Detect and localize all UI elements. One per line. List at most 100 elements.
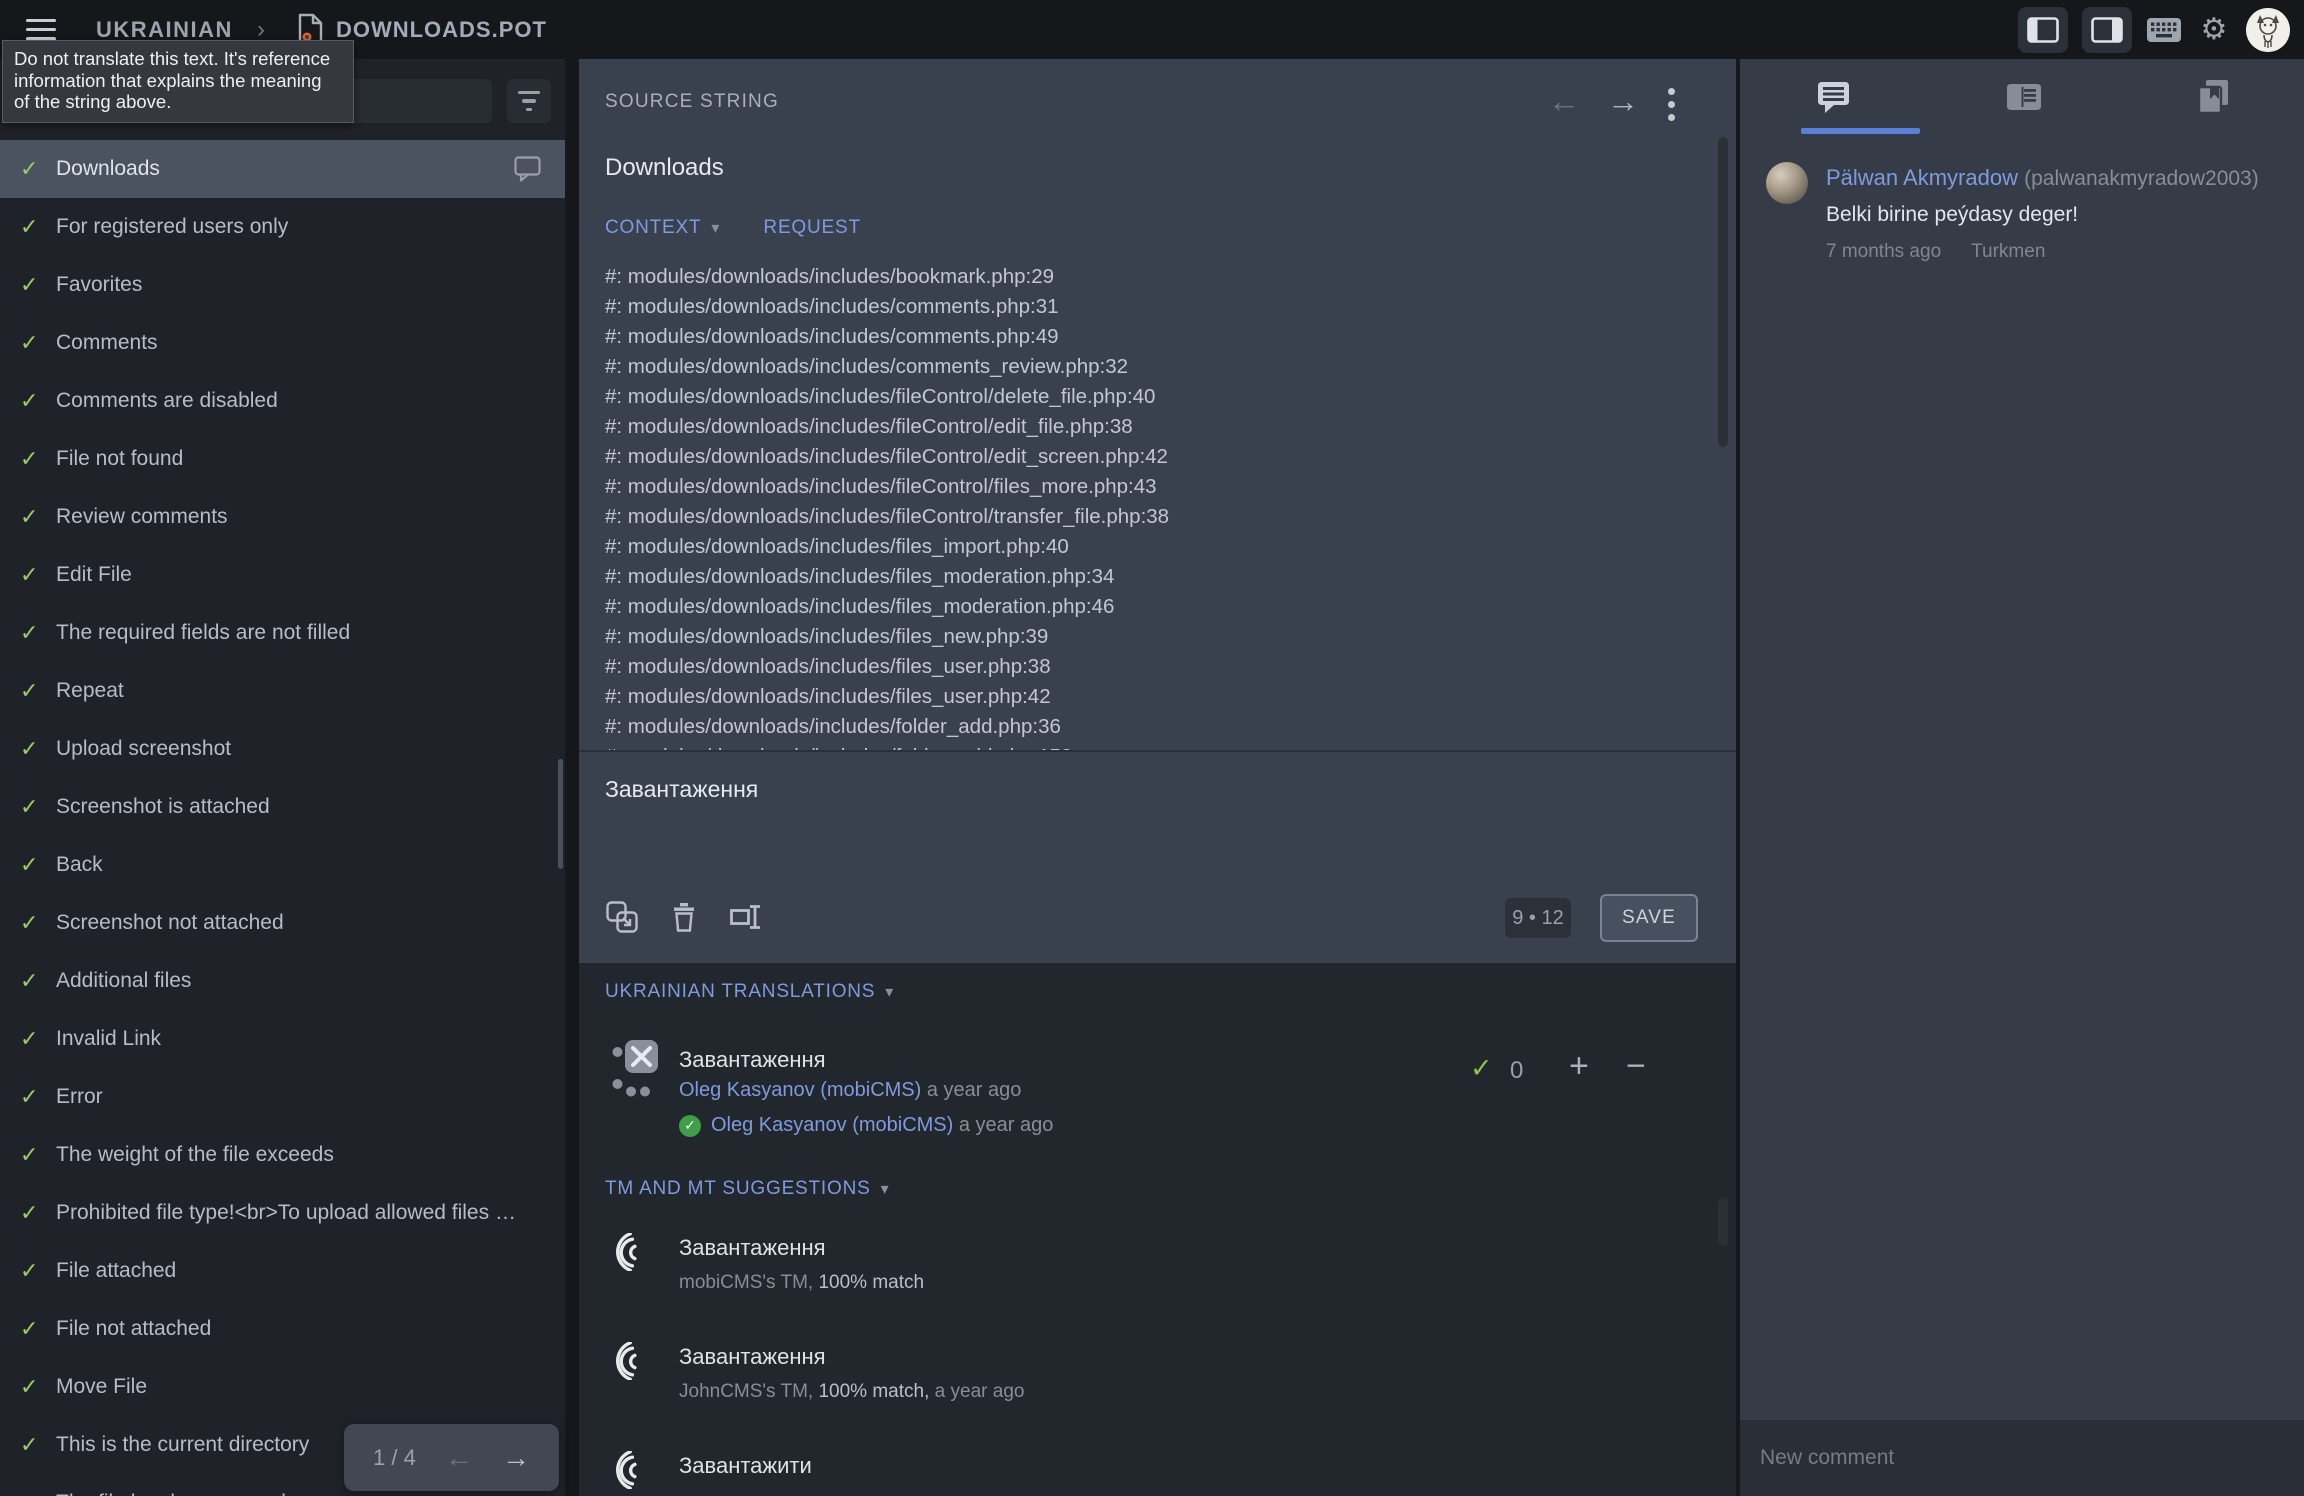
sidebar-scrollbar[interactable] [558, 759, 563, 869]
string-list-item[interactable]: ✓ Prohibited file type!<br>To upload all… [0, 1184, 565, 1242]
string-label: Screenshot is attached [56, 795, 270, 819]
top-bar-actions: ⚙ [2018, 0, 2290, 59]
hamburger-menu-icon[interactable] [26, 19, 56, 41]
translation-text[interactable]: Завантаження [679, 1047, 826, 1073]
filter-icon [518, 91, 540, 94]
string-list-item[interactable]: ✓ File attached [0, 1242, 565, 1300]
comment-author-name[interactable]: Pälwan Akmyradow [1826, 165, 2018, 190]
suggestions-dropdown-icon[interactable]: ▾ [881, 1181, 890, 1198]
context-dropdown-icon[interactable]: ▾ [711, 218, 719, 238]
string-label: Comments are disabled [56, 389, 278, 413]
translations-dropdown-icon[interactable]: ▾ [885, 984, 894, 1001]
suggestion-meta: mobiCMS's TM, 100% match [679, 1272, 924, 1294]
new-comment-placeholder: New comment [1760, 1446, 1894, 1470]
string-label: File not attached [56, 1317, 211, 1341]
suggestions-scrollbar[interactable] [1718, 1198, 1728, 1246]
upvote-button[interactable]: + [1569, 1047, 1589, 1086]
translations-header: UKRAINIAN TRANSLATIONS▾ [605, 981, 894, 1003]
next-string-button[interactable]: → [1607, 83, 1639, 120]
downvote-button[interactable]: − [1626, 1047, 1646, 1086]
string-list-item[interactable]: ✓ Edit File [0, 546, 565, 604]
string-list-item[interactable]: ✓ Upload screenshot [0, 720, 565, 778]
string-label: Invalid Link [56, 1027, 161, 1051]
context-line: #: modules/downloads/includes/files_impo… [605, 532, 1665, 562]
source-tabs: CONTEXT ▾ REQUEST [605, 217, 861, 239]
string-label: This is the current directory [56, 1433, 309, 1457]
translated-check-icon: ✓ [20, 1142, 56, 1168]
new-comment-input[interactable]: New comment [1740, 1419, 2304, 1496]
toggle-right-panel-button[interactable] [2082, 7, 2132, 53]
string-list-item[interactable]: ✓ Comments [0, 314, 565, 372]
save-button[interactable]: SAVE [1600, 894, 1698, 942]
previous-string-button[interactable]: ← [1548, 83, 1580, 120]
context-line: #: modules/downloads/includes/folder_add… [605, 742, 1665, 750]
string-list-item[interactable]: ✓ The required fields are not filled [0, 604, 565, 662]
comment-bubble-icon [514, 156, 541, 182]
string-label: Review comments [56, 505, 228, 529]
string-label: Repeat [56, 679, 124, 703]
translated-check-icon: ✓ [20, 330, 56, 356]
comment-author-row: Pälwan Akmyradow (palwanakmyradow2003) [1826, 165, 2259, 191]
next-page-button[interactable]: → [502, 1442, 530, 1474]
string-list-item[interactable]: ✓ Screenshot not attached [0, 894, 565, 952]
filter-button[interactable] [507, 79, 551, 123]
tab-context[interactable]: CONTEXT [605, 217, 701, 239]
translated-check-icon: ✓ [20, 562, 56, 588]
string-label: File not found [56, 447, 183, 471]
tab-comments[interactable] [1740, 59, 1929, 135]
context-line: #: modules/downloads/includes/fileContro… [605, 412, 1665, 442]
select-text-icon[interactable] [729, 900, 763, 934]
translated-check-icon: ✓ [20, 852, 56, 878]
tab-string-info[interactable] [1929, 59, 2118, 135]
string-list-item[interactable]: ✓ Favorites [0, 256, 565, 314]
string-list-item[interactable]: ✓ File not attached [0, 1300, 565, 1358]
copy-source-icon[interactable] [605, 900, 639, 934]
string-list-item[interactable]: ✓ Invalid Link [0, 1010, 565, 1068]
previous-page-button[interactable]: ← [445, 1442, 473, 1474]
context-line: #: modules/downloads/includes/files_mode… [605, 562, 1665, 592]
layout-right-icon [2091, 17, 2123, 43]
string-list-item[interactable]: ✓ Review comments [0, 488, 565, 546]
breadcrumb-project[interactable]: UKRAINIAN [96, 17, 233, 43]
context-line: #: modules/downloads/includes/folder_add… [605, 712, 1665, 742]
string-list-item[interactable]: ✓ The weight of the file exceeds [0, 1126, 565, 1184]
translation-author[interactable]: Oleg Kasyanov (mobiCMS) [679, 1079, 921, 1101]
keyboard-shortcuts-button[interactable] [2146, 12, 2182, 48]
user-avatar[interactable] [2246, 8, 2290, 52]
string-list-item[interactable]: ✓ For registered users only [0, 198, 565, 256]
tab-request[interactable]: REQUEST [763, 217, 860, 239]
approved-check-icon: ✓ [679, 1115, 701, 1137]
translation-approver[interactable]: Oleg Kasyanov (mobiCMS) [711, 1114, 953, 1137]
string-label: For registered users only [56, 215, 288, 239]
source-panel-scrollbar[interactable] [1718, 137, 1728, 447]
translated-check-icon: ✓ [20, 910, 56, 936]
suggestion-text: Завантаження [679, 1235, 826, 1261]
toggle-left-panel-button[interactable] [2018, 7, 2068, 53]
string-list-item[interactable]: ✓ Additional files [0, 952, 565, 1010]
translated-check-icon: ✓ [20, 620, 56, 646]
string-list-item[interactable]: ✓ Error [0, 1068, 565, 1126]
layout-left-icon [2027, 17, 2059, 43]
clear-translation-icon[interactable] [667, 900, 701, 934]
keyboard-icon [2147, 18, 2181, 42]
string-list-item[interactable]: ✓ Comments are disabled [0, 372, 565, 430]
string-list-item[interactable]: ✓ Move File [0, 1358, 565, 1416]
context-line: #: modules/downloads/includes/comments_r… [605, 352, 1665, 382]
string-label: File attached [56, 1259, 176, 1283]
string-list-item[interactable]: ✓ Screenshot is attached [0, 778, 565, 836]
string-label: Comments [56, 331, 158, 355]
tab-glossary[interactable] [2119, 59, 2304, 135]
string-list-item[interactable]: ✓ File not found [0, 430, 565, 488]
string-list-item[interactable]: ✓ Back [0, 836, 565, 894]
translated-check-icon: ✓ [20, 736, 56, 762]
translation-input[interactable]: Завантаження [605, 776, 758, 803]
string-list-item[interactable]: ✓ Repeat [0, 662, 565, 720]
context-line: #: modules/downloads/includes/files_user… [605, 682, 1665, 712]
source-string-panel: SOURCE STRING ← → Downloads CONTEXT ▾ RE… [579, 59, 1736, 750]
string-list-item[interactable]: ✓ Downloads [0, 140, 565, 198]
comment-author-avatar[interactable] [1766, 162, 1808, 204]
breadcrumb-file-name[interactable]: DOWNLOADS.POT [336, 17, 547, 43]
more-options-icon[interactable] [1668, 88, 1675, 121]
approve-translation-icon[interactable]: ✓ [1470, 1053, 1493, 1084]
settings-button[interactable]: ⚙ [2196, 12, 2232, 48]
